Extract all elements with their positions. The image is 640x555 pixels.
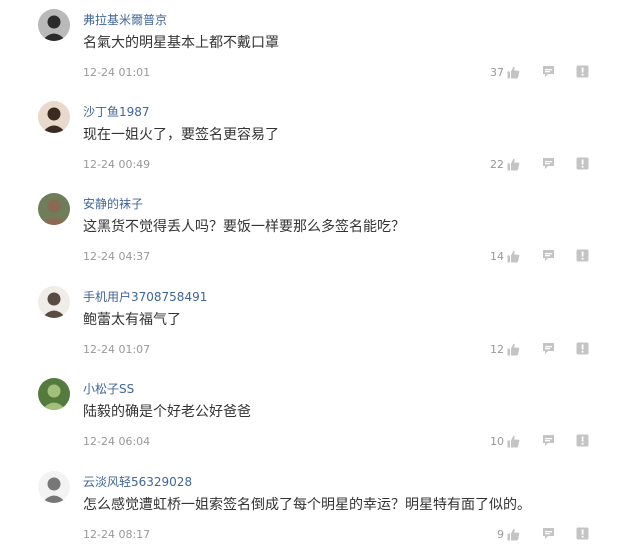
comment-list: 弗拉基米爾普京名氣大的明星基本上都不戴口罩 12-24 01:01 37 沙丁鱼198… — [0, 0, 640, 555]
like-button[interactable]: 9 — [497, 526, 520, 542]
thumbs-up-icon[interactable] — [507, 435, 520, 448]
like-count: 10 — [490, 434, 504, 448]
comment-timestamp: 12-24 01:01 — [83, 66, 151, 79]
like-count: 12 — [490, 342, 504, 356]
comment-item: 弗拉基米爾普京名氣大的明星基本上都不戴口罩 12-24 01:01 37 — [0, 9, 640, 101]
thumbs-up-icon[interactable] — [507, 343, 520, 356]
comment-timestamp: 12-24 01:07 — [83, 343, 151, 356]
comment-text: 这黑货不觉得丢人吗？要饭一样要那么多签名能吃？ — [83, 219, 405, 235]
reply-icon[interactable] — [542, 65, 555, 78]
like-button[interactable]: 12 — [490, 341, 520, 357]
avatar[interactable] — [38, 101, 70, 133]
reply-icon[interactable] — [542, 249, 555, 262]
comment-text: 陆毅的确是个好老公好爸爸 — [83, 404, 251, 420]
comment-timestamp: 12-24 04:37 — [83, 250, 151, 263]
comment-timestamp: 12-24 08:17 — [83, 528, 151, 541]
comment-item: 云淡风轻56329028 怎么感觉遭虹桥一姐索签名倒成了每个明星的幸运？明星特有面… — [0, 471, 640, 555]
thumbs-up-icon[interactable] — [507, 528, 520, 541]
like-button[interactable]: 37 — [490, 64, 520, 80]
comment-username[interactable]: 沙丁鱼1987 — [83, 103, 150, 120]
report-icon[interactable] — [576, 249, 589, 262]
avatar[interactable] — [38, 471, 70, 503]
comment-username[interactable]: 安静的袜子 — [83, 195, 143, 212]
report-icon[interactable] — [576, 342, 589, 355]
avatar[interactable] — [38, 286, 70, 318]
like-button[interactable]: 10 — [490, 433, 520, 449]
comment-text: 鲍蕾太有福气了 — [83, 312, 181, 328]
report-icon[interactable] — [576, 65, 589, 78]
like-button[interactable]: 14 — [490, 248, 520, 264]
report-icon[interactable] — [576, 157, 589, 170]
thumbs-up-icon[interactable] — [507, 66, 520, 79]
comment-text: 名氣大的明星基本上都不戴口罩 — [83, 35, 279, 51]
comment-item: 安静的袜子这黑货不觉得丢人吗？要饭一样要那么多签名能吃？ 12-24 04:37 1… — [0, 193, 640, 285]
reply-icon[interactable] — [542, 342, 555, 355]
like-count: 14 — [490, 249, 504, 263]
comment-username[interactable]: 云淡风轻56329028 — [83, 473, 192, 490]
reply-icon[interactable] — [542, 157, 555, 170]
like-count: 37 — [490, 65, 504, 79]
comment-timestamp: 12-24 06:04 — [83, 435, 151, 448]
avatar[interactable] — [38, 193, 70, 225]
comment-item: 手机用户3708758491 鲍蕾太有福气了 12-24 01:07 12 — [0, 286, 640, 378]
comment-timestamp: 12-24 00:49 — [83, 158, 151, 171]
like-count: 22 — [490, 157, 504, 171]
avatar[interactable] — [38, 9, 70, 41]
reply-icon[interactable] — [542, 527, 555, 540]
thumbs-up-icon[interactable] — [507, 250, 520, 263]
like-button[interactable]: 22 — [490, 156, 520, 172]
reply-icon[interactable] — [542, 434, 555, 447]
report-icon[interactable] — [576, 527, 589, 540]
comment-username[interactable]: 手机用户3708758491 — [83, 288, 207, 305]
comment-text: 怎么感觉遭虹桥一姐索签名倒成了每个明星的幸运？明星特有面了似的。 — [83, 497, 531, 513]
avatar[interactable] — [38, 378, 70, 410]
comment-item: 小松子SS 陆毅的确是个好老公好爸爸 12-24 06:04 10 — [0, 378, 640, 470]
comment-username[interactable]: 小松子SS — [83, 380, 134, 397]
like-count: 9 — [497, 527, 504, 541]
comment-text: 现在一姐火了，要签名更容易了 — [83, 127, 279, 143]
thumbs-up-icon[interactable] — [507, 158, 520, 171]
comment-item: 沙丁鱼1987 现在一姐火了，要签名更容易了 12-24 00:49 22 — [0, 101, 640, 193]
report-icon[interactable] — [576, 434, 589, 447]
comment-username[interactable]: 弗拉基米爾普京 — [83, 11, 167, 28]
